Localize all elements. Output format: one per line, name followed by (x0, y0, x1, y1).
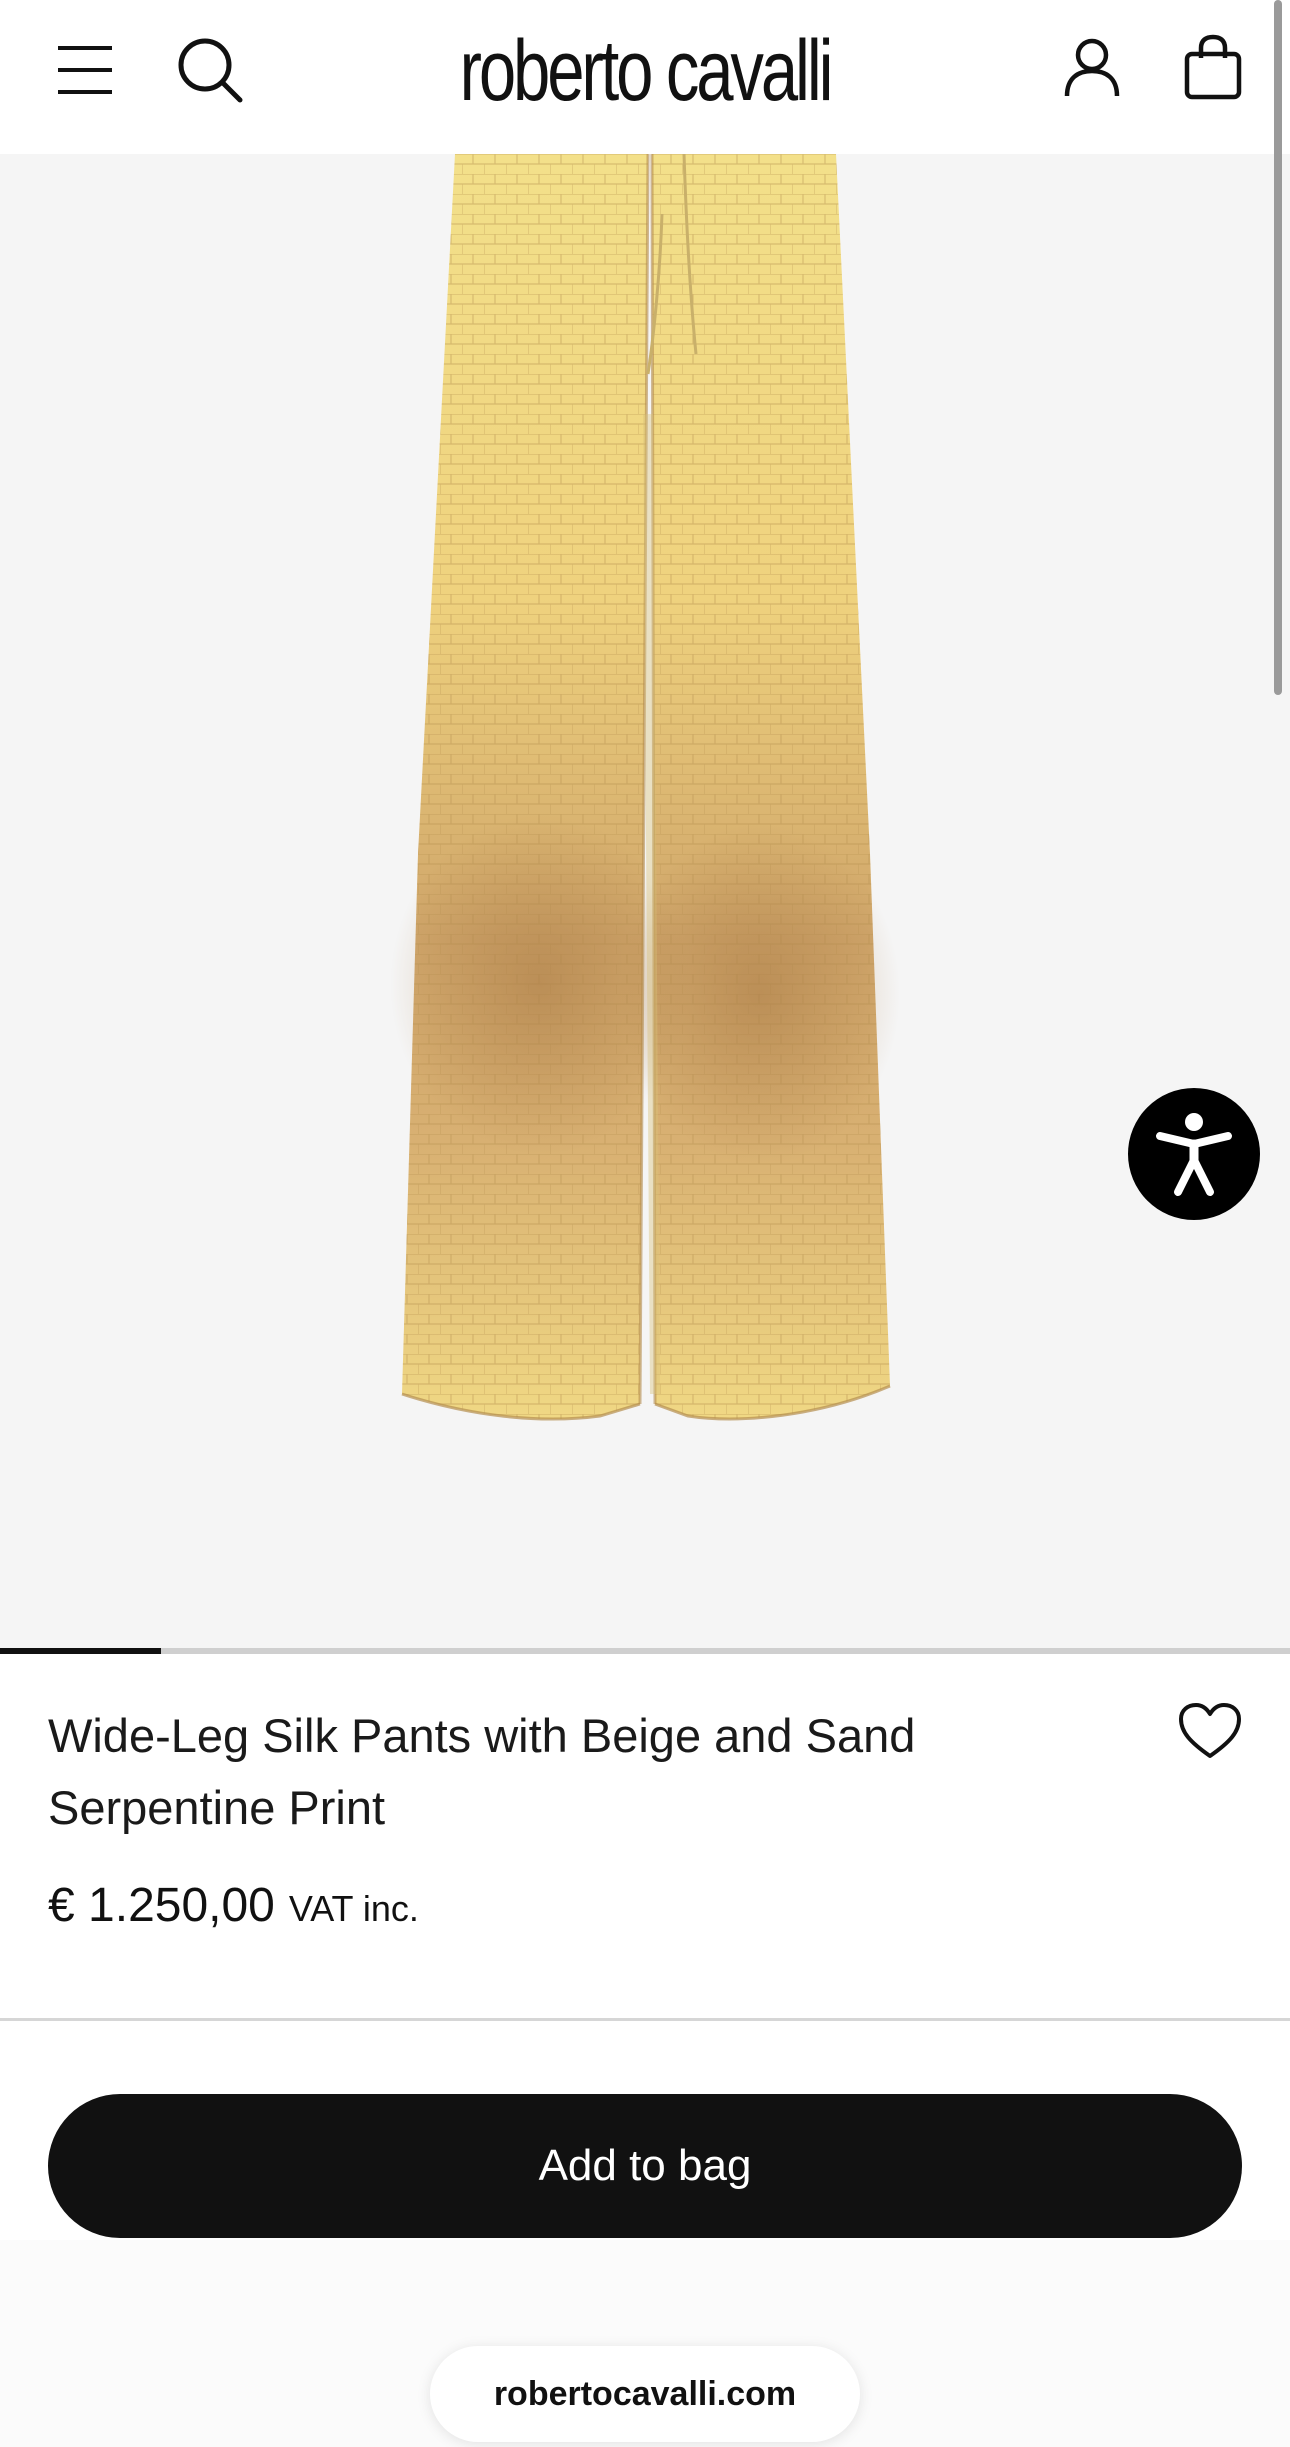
browser-url-pill[interactable]: robertocavalli.com (430, 2346, 860, 2442)
user-account-icon[interactable] (1064, 38, 1120, 98)
product-image[interactable] (0, 154, 1290, 1654)
hamburger-menu-icon[interactable] (58, 44, 112, 96)
gallery-progress (0, 1648, 1290, 1654)
section-divider (0, 2018, 1290, 2021)
page-scrollbar[interactable] (1274, 0, 1282, 695)
accessibility-person-icon (1156, 1113, 1232, 1196)
add-to-bag-button[interactable]: Add to bag (48, 2094, 1242, 2238)
vat-note: VAT inc. (288, 1888, 419, 1929)
accessibility-button[interactable] (1128, 1088, 1260, 1220)
gallery-progress-fill (0, 1648, 162, 1654)
product-title: Wide-Leg Silk Pants with Beige and Sand … (48, 1709, 916, 1834)
price-row: € 1.250,00 VAT inc. (48, 1878, 419, 1933)
shopping-bag-icon[interactable] (1184, 34, 1242, 100)
heart-icon[interactable] (1178, 1702, 1242, 1760)
brand-logo[interactable]: roberto cavalli (142, 22, 1148, 121)
product-price: € 1.250,00 (48, 1879, 275, 1932)
product-gallery[interactable] (0, 154, 1290, 1654)
site-header: roberto cavalli (0, 0, 1290, 154)
